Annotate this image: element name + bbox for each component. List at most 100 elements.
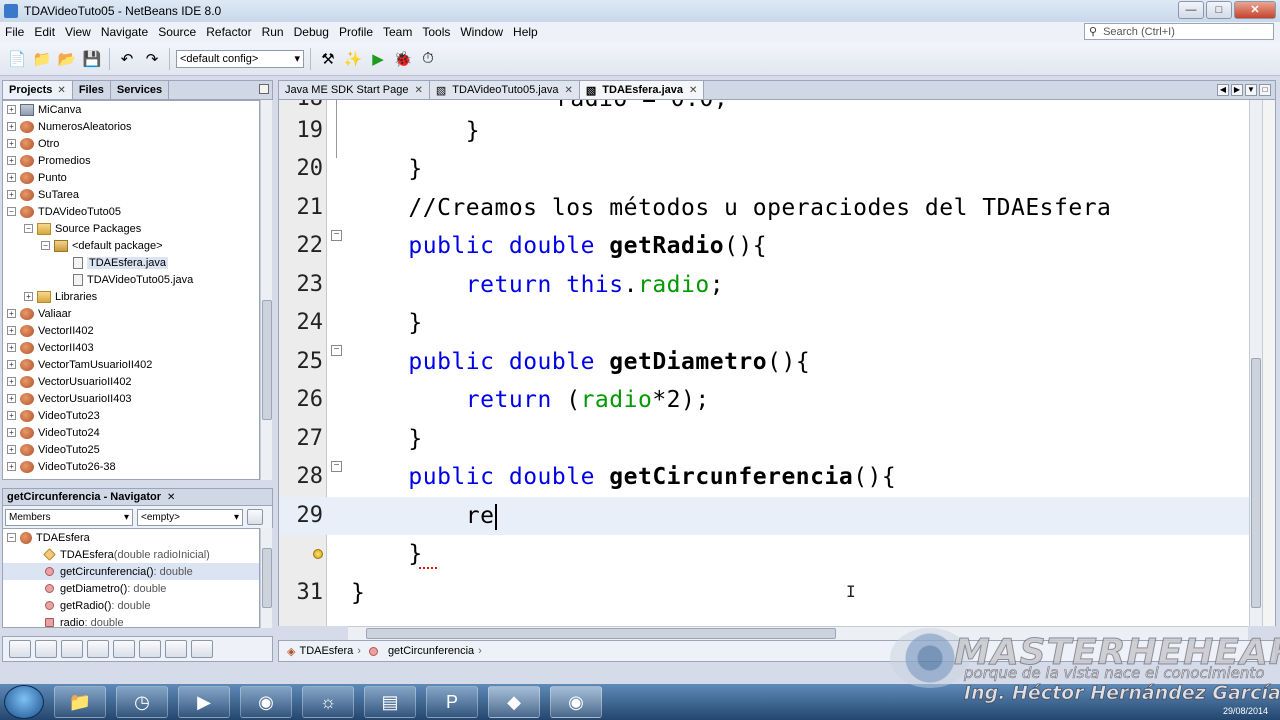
build-icon[interactable]: ⚒: [317, 48, 339, 70]
tree-item-tdavideotuto05[interactable]: − TDAVideoTuto05: [3, 203, 259, 220]
code-line[interactable]: 21 //Creamos los métodos u operaciodes d…: [279, 189, 1249, 227]
tree-item-micanva[interactable]: + MiCanva: [3, 101, 259, 118]
menu-view[interactable]: View: [60, 25, 96, 39]
maximize-button[interactable]: □: [1206, 1, 1232, 19]
maximize-icon[interactable]: □: [1259, 84, 1271, 96]
collapse-icon[interactable]: −: [7, 207, 16, 216]
tab-java-me-sdk-start-page[interactable]: Java ME SDK Start Page ✕: [279, 81, 430, 99]
navigator-scrollbar[interactable]: [260, 528, 272, 628]
member-item[interactable]: getRadio() : double: [3, 597, 259, 614]
save-all-icon[interactable]: 💾: [81, 48, 103, 70]
sort-source-button[interactable]: [191, 640, 213, 658]
tree-item-vectorusuarioii402[interactable]: + VectorUsuarioII402: [3, 373, 259, 390]
expand-all-button[interactable]: [139, 640, 161, 658]
tree-item-valiaar[interactable]: + Valiaar: [3, 305, 259, 322]
tree-item-videotuto24[interactable]: + VideoTuto24: [3, 424, 259, 441]
close-icon[interactable]: ✕: [415, 85, 423, 96]
scrollbar-thumb[interactable]: [262, 548, 272, 608]
menu-file[interactable]: File: [0, 25, 29, 39]
expand-icon[interactable]: +: [7, 377, 16, 386]
menu-edit[interactable]: Edit: [29, 25, 60, 39]
tree-item-sutarea[interactable]: + SuTarea: [3, 186, 259, 203]
class-node[interactable]: − TDAEsfera: [3, 529, 259, 546]
member-item[interactable]: getDiametro() : double: [3, 580, 259, 597]
tab-projects[interactable]: Projects ✕: [3, 81, 73, 99]
project-tree-scrollbar[interactable]: [260, 100, 272, 480]
code-line[interactable]: 22 public double getRadio(){: [279, 227, 1249, 265]
expand-icon[interactable]: +: [7, 139, 16, 148]
search-input[interactable]: ⚲ Search (Ctrl+I): [1084, 23, 1274, 40]
tree-item-punto[interactable]: + Punto: [3, 169, 259, 186]
collapse-icon[interactable]: −: [24, 224, 33, 233]
tree-item-videotuto23[interactable]: + VideoTuto23: [3, 407, 259, 424]
collapse-icon[interactable]: −: [41, 241, 50, 250]
close-icon[interactable]: ✕: [565, 85, 573, 96]
expand-icon[interactable]: +: [7, 411, 16, 420]
menu-source[interactable]: Source: [153, 25, 201, 39]
breadcrumb-method[interactable]: getCircunferencia ›: [368, 645, 482, 657]
tab-files[interactable]: Files: [73, 81, 111, 99]
tree-item-videotuto25[interactable]: + VideoTuto25: [3, 441, 259, 458]
editor-horizontal-scrollbar[interactable]: [348, 626, 1248, 640]
menu-help[interactable]: Help: [508, 25, 543, 39]
minimize-button[interactable]: —: [1178, 1, 1204, 19]
expand-icon[interactable]: +: [7, 326, 16, 335]
menu-navigate[interactable]: Navigate: [96, 25, 153, 39]
menu-profile[interactable]: Profile: [334, 25, 378, 39]
fold-marker-icon[interactable]: −: [331, 345, 342, 356]
collapse-icon[interactable]: −: [7, 533, 16, 542]
menu-tools[interactable]: Tools: [417, 25, 455, 39]
tab-tdavideotuto05-java[interactable]: ▧ TDAVideoTuto05.java ✕: [429, 81, 580, 99]
clean-build-icon[interactable]: ✨: [342, 48, 364, 70]
expand-icon[interactable]: +: [24, 292, 33, 301]
empty-filter-select[interactable]: <empty> ▾: [137, 508, 243, 526]
tree-item-vectortamusuarioii402[interactable]: + VectorTamUsuarioII402: [3, 356, 259, 373]
menu-run[interactable]: Run: [257, 25, 289, 39]
close-button[interactable]: ✕: [1234, 1, 1276, 19]
navigator-options-button[interactable]: [247, 509, 263, 525]
current-code-line[interactable]: 29 re: [279, 497, 1249, 535]
redo-icon[interactable]: ↷: [141, 48, 163, 70]
code-line[interactable]: 19 }: [279, 112, 1249, 150]
code-line[interactable]: 26 return (radio*2);: [279, 381, 1249, 419]
expand-icon[interactable]: +: [7, 173, 16, 182]
expand-icon[interactable]: +: [7, 190, 16, 199]
clock-app-taskbar-icon[interactable]: ◷: [116, 686, 168, 718]
sort-name-button[interactable]: [165, 640, 187, 658]
tree-item-vectorusuarioii403[interactable]: + VectorUsuarioII403: [3, 390, 259, 407]
close-icon[interactable]: ✕: [689, 85, 697, 96]
tree-item-source-packages[interactable]: − Source Packages: [3, 220, 259, 237]
expand-icon[interactable]: +: [7, 156, 16, 165]
undo-icon[interactable]: ↶: [116, 48, 138, 70]
chevron-down-icon[interactable]: ▼: [1245, 84, 1257, 96]
code-line[interactable]: 25 public double getDiametro(){: [279, 343, 1249, 381]
editor-vertical-scrollbar[interactable]: [1249, 100, 1262, 626]
firefox-taskbar-icon[interactable]: ☼: [302, 686, 354, 718]
hint-lightbulb-icon[interactable]: [313, 549, 323, 559]
notes-taskbar-icon[interactable]: ▤: [364, 686, 416, 718]
minimize-panel-icon[interactable]: [259, 84, 269, 94]
close-icon[interactable]: ✕: [167, 492, 175, 503]
member-item[interactable]: radio : double: [3, 614, 259, 627]
powerpoint-taskbar-icon[interactable]: P: [426, 686, 478, 718]
filter-fields-button[interactable]: [35, 640, 57, 658]
filter-static-button[interactable]: [61, 640, 83, 658]
member-item-selected[interactable]: getCircunferencia() : double: [3, 563, 259, 580]
expand-icon[interactable]: +: [7, 360, 16, 369]
tab-tdaesfera-java[interactable]: ▧ TDAEsfera.java ✕: [579, 81, 705, 99]
tree-item-default-package[interactable]: − <default package>: [3, 237, 259, 254]
media-taskbar-icon[interactable]: ▶: [178, 686, 230, 718]
run-icon[interactable]: ▶: [367, 48, 389, 70]
netbeans-taskbar-icon[interactable]: ◆: [488, 686, 540, 718]
code-line[interactable]: 23 return this.radio;: [279, 266, 1249, 304]
config-select[interactable]: <default config> ▾: [176, 49, 304, 68]
debug-icon[interactable]: 🐞: [392, 48, 414, 70]
expand-icon[interactable]: +: [7, 462, 16, 471]
tree-item-videotuto26-38[interactable]: + VideoTuto26-38: [3, 458, 259, 475]
tree-item-tdavideotuto05-java[interactable]: TDAVideoTuto05.java: [3, 271, 259, 288]
explorer-taskbar-icon[interactable]: 📁: [54, 686, 106, 718]
code-line[interactable]: 27 }: [279, 420, 1249, 458]
chrome-taskbar-icon[interactable]: ◉: [240, 686, 292, 718]
members-filter-select[interactable]: Members ▾: [5, 508, 133, 526]
chevron-right-icon[interactable]: ▶: [1231, 84, 1243, 96]
